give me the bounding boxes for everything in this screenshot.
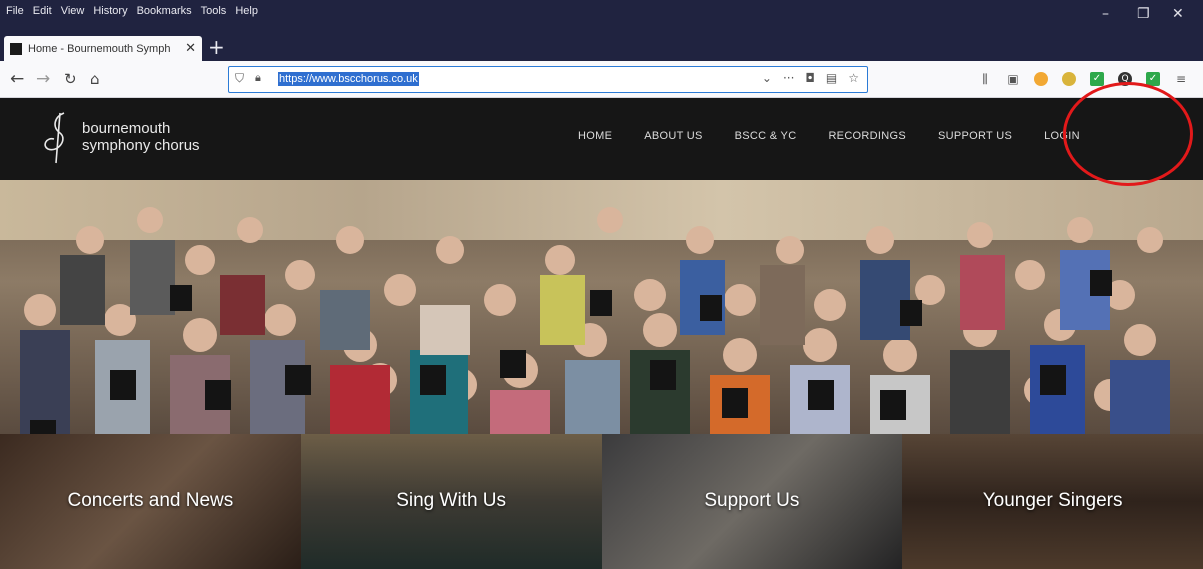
logo-text: bournemouth symphony chorus [82, 120, 200, 154]
close-window-icon[interactable]: ✕ [1172, 6, 1184, 22]
nav-home[interactable]: HOME [578, 130, 612, 142]
shield-icon[interactable]: ⛉ [235, 71, 244, 86]
forward-icon[interactable]: → [36, 68, 50, 90]
tab-title: Home - Bournemouth Symph [28, 42, 171, 55]
browser-menubar: File Edit View History Bookmarks Tools H… [0, 0, 1203, 34]
choir-crowd-illustration [20, 207, 1170, 434]
url-actions: ⌄ ··· ◘ ▤ ☆ [762, 71, 859, 85]
extension-yellow-icon[interactable] [1062, 72, 1076, 86]
dropdown-icon[interactable]: ⌄ [762, 71, 772, 85]
main-nav: HOME ABOUT US BSCC & YC RECORDINGS SUPPO… [578, 130, 1112, 142]
tile-support-us[interactable]: Support Us [601, 434, 903, 569]
nav-bscc-yc[interactable]: BSCC & YC [735, 130, 797, 142]
tile-concerts-and-news[interactable]: Concerts and News [0, 434, 301, 569]
extension-check-icon[interactable]: ✓ [1090, 72, 1104, 86]
close-tab-icon[interactable]: ✕ [185, 41, 196, 56]
site-logo[interactable]: bournemouth symphony chorus [38, 109, 238, 165]
logo-line-2: symphony chorus [82, 137, 200, 154]
toolbar-icons: ⫼ ▣ ✓ Q ✓ ≡ [978, 72, 1188, 86]
navigation-toolbar: ← → ↻ ⌂ ⛉ 🔒︎ https://www.bscchorus.co.uk… [0, 61, 1203, 98]
home-icon[interactable]: ⌂ [90, 68, 100, 90]
tab-strip: Home - Bournemouth Symph ✕ + [0, 34, 1203, 61]
nav-support-us[interactable]: SUPPORT US [938, 130, 1012, 142]
tile-label-support: Support Us [704, 490, 800, 511]
treble-clef-logo-icon [44, 112, 65, 164]
back-icon[interactable]: ← [10, 68, 24, 90]
restore-icon[interactable]: ❐ [1137, 6, 1150, 22]
tile-sing-with-us[interactable]: Sing With Us [300, 434, 602, 569]
tile-label-younger: Younger Singers [982, 490, 1123, 511]
tab-home[interactable]: Home - Bournemouth Symph ✕ [4, 36, 202, 61]
pocket-icon[interactable]: ◘ [805, 71, 815, 85]
site-header: bournemouth symphony chorus HOME ABOUT U… [0, 98, 1203, 180]
menu-help[interactable]: Help [235, 5, 258, 17]
menu-file[interactable]: File [6, 5, 24, 17]
login-highlight-circle [1063, 82, 1193, 186]
site-favicon-icon [10, 42, 22, 55]
library-icon[interactable]: ⫼ [978, 72, 992, 86]
menu-edit[interactable]: Edit [33, 5, 52, 17]
extension-orange-icon[interactable] [1034, 72, 1048, 86]
url-bar[interactable]: ⛉ 🔒︎ https://www.bscchorus.co.uk ⌄ ··· ◘… [228, 66, 868, 93]
logo-line-1: bournemouth [82, 120, 171, 137]
menu-tools[interactable]: Tools [201, 5, 227, 17]
menu-view[interactable]: View [61, 5, 85, 17]
lock-icon[interactable]: 🔒︎ [255, 71, 261, 85]
bookmark-star-icon[interactable]: ☆ [848, 71, 859, 85]
reader-icon[interactable]: ▤ [826, 71, 837, 85]
tile-label-sing: Sing With Us [396, 490, 507, 511]
page-actions-icon[interactable]: ··· [783, 71, 794, 85]
tile-younger-singers[interactable]: Younger Singers [902, 434, 1203, 569]
menu-items: File Edit View History Bookmarks Tools H… [6, 5, 258, 17]
minimize-icon[interactable]: – [1102, 6, 1109, 22]
tile-label-concerts: Concerts and News [67, 490, 234, 511]
menu-bookmarks[interactable]: Bookmarks [137, 5, 192, 17]
hero-choir-photo [0, 180, 1203, 434]
menu-hamburger-icon[interactable]: ≡ [1174, 72, 1188, 86]
nav-recordings[interactable]: RECORDINGS [828, 130, 906, 142]
url-text[interactable]: https://www.bscchorus.co.uk [278, 72, 419, 86]
new-tab-icon[interactable]: + [208, 36, 225, 58]
nav-about-us[interactable]: ABOUT US [644, 130, 702, 142]
category-tiles: Concerts and News Sing With Us Support U… [0, 434, 1203, 569]
reload-icon[interactable]: ↻ [64, 68, 77, 90]
menu-history[interactable]: History [93, 5, 127, 17]
sidebar-icon[interactable]: ▣ [1006, 72, 1020, 86]
